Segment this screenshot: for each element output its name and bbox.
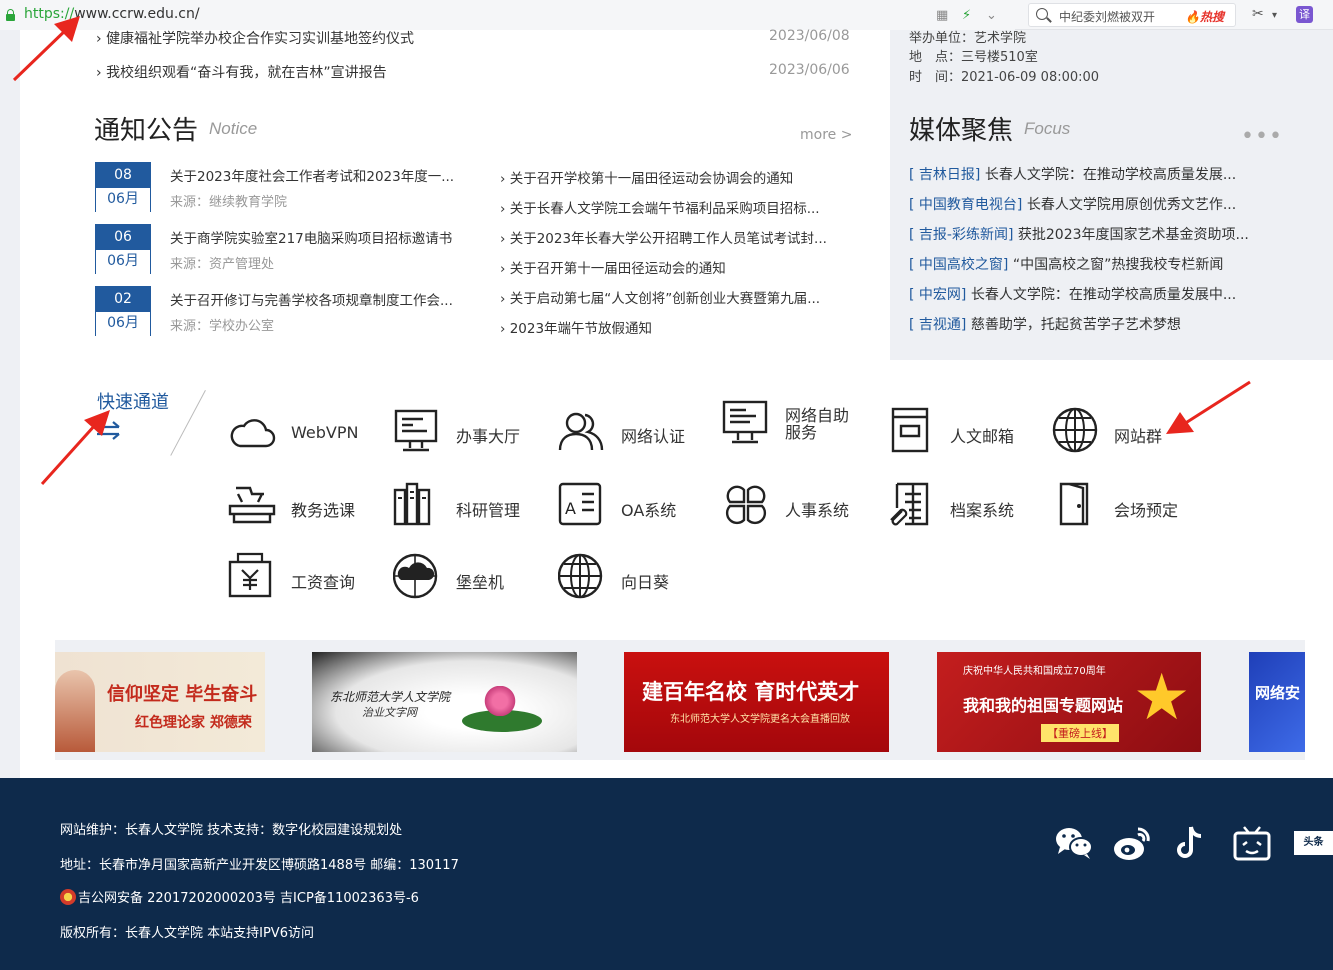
police-badge-icon: [60, 889, 76, 905]
users-icon: [558, 412, 604, 451]
footer-icp[interactable]: 吉公网安备 22017202000203号 吉ICP备11002363号-6: [60, 887, 419, 906]
lotus-image: [480, 686, 520, 716]
hot-search-label: 🔥热搜: [1185, 10, 1224, 24]
wechat-icon[interactable]: [1054, 823, 1094, 863]
news-item[interactable]: › 健康福祉学院举办校企合作实习实训基地签约仪式: [96, 28, 414, 48]
notice-subtitle: Notice: [209, 119, 258, 138]
notice-right-item[interactable]: › 关于启动第七届“人文创将”创新创业大赛暨第九届...: [500, 287, 820, 307]
footer: [0, 778, 1333, 970]
notice-right-item[interactable]: › 关于长春人文学院工会端午节福利品采购项目招标...: [500, 197, 820, 217]
address-bar[interactable]: https://www.ccrw.edu.cn/ ▦ ⚡ ⌄: [0, 0, 1015, 30]
cloud-icon: [230, 419, 276, 448]
notice-right-item[interactable]: › 关于召开学校第十一届田径运动会协调会的通知: [500, 167, 793, 187]
page-margin: [0, 30, 20, 778]
notice-date-box: 06 06月: [95, 224, 151, 274]
monitor-icon: [394, 409, 438, 452]
notice-item-source: 来源：学校办公室: [170, 319, 275, 334]
tiktok-icon[interactable]: [1171, 823, 1211, 863]
notice-right-item[interactable]: › 关于召开第十一届田径运动会的通知: [500, 257, 726, 277]
monitor-service-icon: [722, 400, 768, 444]
media-item[interactable]: [ 吉视通] 慈善助学，托起贫苦学子艺术梦想: [909, 314, 1181, 334]
media-item[interactable]: [ 吉林日报] 长春人文学院：在推动学校高质量发展...: [909, 164, 1236, 184]
notice-item-title[interactable]: 关于商学院实验室217电脑采购项目招标邀请书: [170, 227, 452, 247]
globe-icon: [1052, 407, 1098, 453]
books-icon: [393, 482, 431, 526]
news-date: 2023/06/08: [769, 28, 850, 44]
media-subtitle: Focus: [1024, 119, 1071, 138]
notice-item-source: 来源：资产管理处: [170, 257, 275, 272]
news-date: 2023/06/06: [769, 62, 850, 78]
media-title: 媒体聚焦: [909, 116, 1014, 146]
event-place: 地 点：三号楼510室: [909, 50, 1038, 65]
bilibili-tv-icon[interactable]: [1232, 823, 1272, 863]
notice-item-title[interactable]: 关于2023年度社会工作者考试和2023年度一...: [170, 165, 454, 185]
browser-toolbar: https://www.ccrw.edu.cn/ ▦ ⚡ ⌄ 中纪委刘燃被双开 …: [0, 0, 1333, 30]
search-icon: [1036, 8, 1048, 20]
portrait-image: [55, 670, 95, 752]
grid-icon: [725, 485, 767, 525]
chevron-down-icon[interactable]: ▾: [1272, 10, 1277, 21]
translate-icon[interactable]: 译: [1296, 6, 1313, 23]
notice-date-box: 08 06月: [95, 162, 151, 212]
oa-icon: A: [558, 482, 602, 526]
mailbox-icon: [891, 407, 929, 453]
search-query: 中纪委刘燃被双开: [1059, 10, 1156, 24]
banner-centennial[interactable]: 建百年名校 育时代英才 东北师范大学人文学院更名大会直播回放: [624, 652, 889, 752]
chevron-down-icon[interactable]: ⌄: [986, 8, 997, 23]
desk-icon: [228, 486, 276, 524]
event-time: 时 间：2021-06-09 08:00:00: [909, 70, 1100, 85]
banner-literature-site[interactable]: 东北师范大学人文学院 治业文字网: [312, 652, 577, 752]
red-arrow-icon: [12, 16, 80, 82]
notice-item-source: 来源：继续教育学院: [170, 195, 288, 210]
more-dots-icon[interactable]: •••: [1241, 124, 1283, 149]
red-arrow-icon: [40, 410, 110, 486]
archive-icon: [890, 482, 929, 526]
grid-icon[interactable]: ▦: [936, 8, 948, 23]
media-item[interactable]: [ 吉报-彩练新闻] 获批2023年度国家艺术基金资助项...: [909, 224, 1249, 244]
event-unit: 举办单位：艺术学院: [909, 31, 1027, 46]
toutiao-icon[interactable]: 头条: [1294, 831, 1333, 855]
media-item[interactable]: [ 中国教育电视台] 长春人文学院用原创优秀文艺作...: [909, 194, 1236, 214]
door-icon: [1059, 482, 1089, 526]
lightning-icon[interactable]: ⚡: [962, 8, 971, 23]
weibo-icon[interactable]: [1112, 823, 1152, 863]
svg-text:A: A: [565, 499, 576, 518]
banner-network-security[interactable]: 网络安: [1249, 652, 1305, 752]
media-item[interactable]: [ 中国高校之窗] “中国高校之窗”热搜我校专栏新闻: [909, 254, 1223, 274]
notice-right-item[interactable]: › 关于2023年长春大学公开招聘工作人员笔试考试封...: [500, 227, 827, 247]
footer-copyright: 版权所有：长春人文学院 本站支持IPV6访问: [60, 926, 314, 941]
banner-zhengderong[interactable]: 信仰坚定 毕生奋斗 红色理论家 郑德荣: [55, 652, 265, 752]
salary-icon: [228, 552, 272, 598]
news-item[interactable]: › 我校组织观看“奋斗有我，就在吉林”宣讲报告: [96, 62, 387, 82]
notice-right-item[interactable]: › 2023年端午节放假通知: [500, 317, 652, 337]
browser-search-box[interactable]: 中纪委刘燃被双开 🔥热搜: [1028, 3, 1236, 27]
notice-more-link[interactable]: more >: [800, 127, 852, 143]
footer-address: 地址：长春市净月国家高新产业开发区博硕路1488号 邮编：130117: [60, 858, 459, 873]
cloud-shield-icon: [393, 553, 438, 599]
globe-icon: [558, 553, 603, 599]
notice-title: 通知公告: [94, 116, 199, 146]
media-item[interactable]: [ 中宏网] 长春人文学院：在推动学校高质量发展中...: [909, 284, 1236, 304]
footer-maintain: 网站维护：长春人文学院 技术支持：数字化校园建设规划处: [60, 823, 403, 838]
star-icon: ★: [1133, 661, 1191, 735]
scissors-icon[interactable]: ✂: [1252, 6, 1264, 22]
notice-item-title[interactable]: 关于召开修订与完善学校各项规章制度工作会...: [170, 289, 453, 309]
notice-date-box: 02 06月: [95, 286, 151, 336]
banner-motherland[interactable]: ★ 庆祝中华人民共和国成立70周年 我和我的祖国专题网站 【重磅上线】: [937, 652, 1201, 752]
red-arrow-icon: [1166, 380, 1251, 434]
